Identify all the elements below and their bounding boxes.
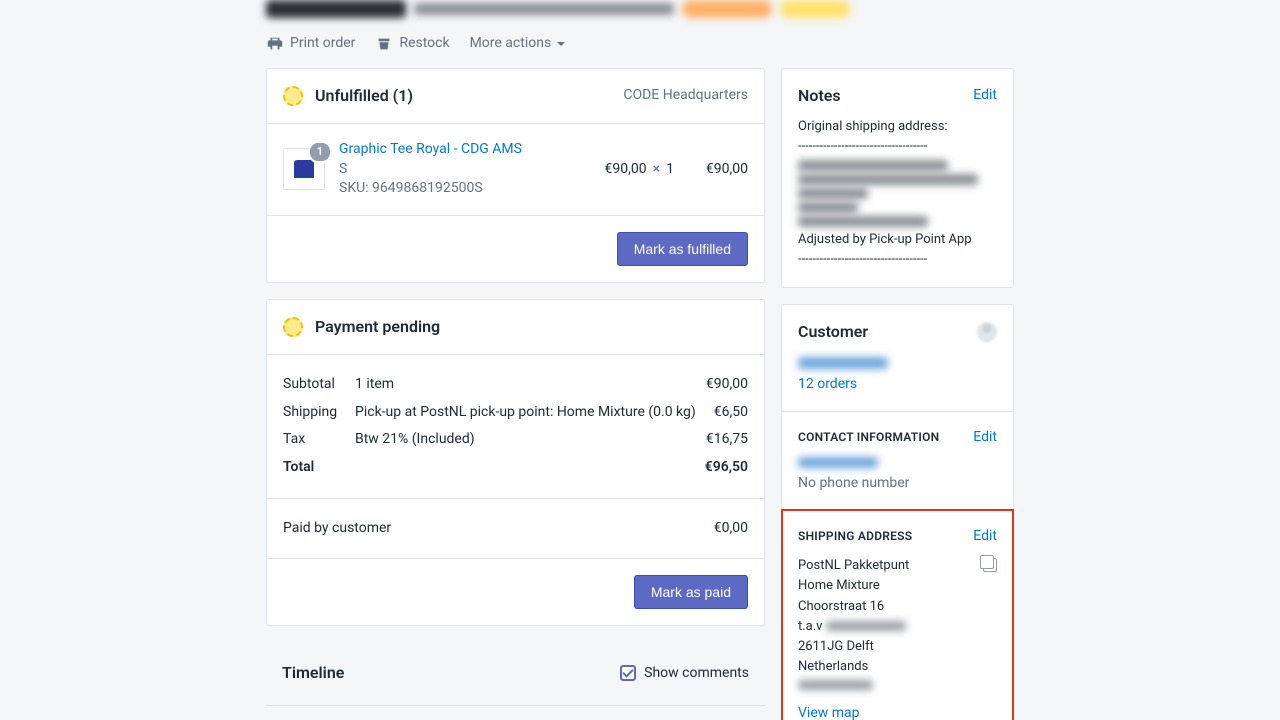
shirt-icon: [294, 160, 314, 178]
customer-orders-link[interactable]: 12 orders: [798, 376, 857, 392]
show-comments-toggle[interactable]: Show comments: [620, 664, 749, 684]
notes-sep: ------------------------------------: [798, 250, 997, 270]
payment-card: Payment pending Subtotal 1 item €90,00 S…: [266, 299, 765, 626]
product-variant: S: [339, 161, 347, 177]
ship-line: 2611JG Delft: [798, 637, 973, 657]
contact-info-label: CONTACT INFORMATION: [798, 429, 939, 446]
checkbox-checked-icon: [620, 665, 636, 681]
redacted-text: [798, 680, 873, 690]
notes-line: Adjusted by Pick-up Point App: [798, 230, 997, 250]
payment-pending-status-icon: [283, 317, 303, 337]
view-map-link[interactable]: View map: [798, 705, 860, 720]
ship-line: Choorstraat 16: [798, 597, 973, 617]
more-actions-label: More actions: [470, 34, 552, 54]
customer-title: Customer: [798, 321, 868, 343]
notes-card: Notes Edit Original shipping address: --…: [781, 68, 1014, 288]
customer-avatar-icon: [977, 322, 997, 342]
customer-card: Customer 12 orders CONTACT INFORMATION E…: [781, 304, 1014, 720]
printer-icon: [266, 35, 284, 53]
product-sku: SKU: 9649868192500S: [339, 180, 483, 196]
redacted-text: [798, 160, 948, 171]
restock-label: Restock: [399, 34, 449, 54]
shipping-address-section: SHIPPING ADDRESS Edit PostNL Pakketpunt …: [782, 510, 1013, 720]
paid-label: Paid by customer: [283, 519, 391, 539]
subtotal-desc: 1 item: [355, 375, 694, 395]
unit-price: €90,00: [605, 160, 647, 180]
restock-button[interactable]: Restock: [375, 34, 449, 54]
order-header-blurred: [266, 0, 1014, 18]
no-phone-text: No phone number: [798, 474, 997, 494]
shipping-label: Shipping: [283, 403, 343, 423]
tax-desc: Btw 21% (Included): [355, 430, 694, 450]
qty-badge: 1: [308, 141, 332, 162]
shipping-value: €6,50: [714, 403, 748, 423]
redacted-text: [798, 216, 928, 227]
product-name-link[interactable]: Graphic Tee Royal - CDG AMS: [339, 141, 522, 157]
timeline-title: Timeline: [282, 662, 344, 684]
ship-line: t.a.v: [798, 619, 822, 634]
redacted-text: [826, 621, 906, 631]
line-qty: 1: [666, 160, 674, 180]
notes-sep: ------------------------------------: [798, 137, 997, 157]
print-order-label: Print order: [290, 34, 355, 54]
ship-line: Netherlands: [798, 657, 973, 677]
tax-label: Tax: [283, 430, 343, 450]
timeline-section: Timeline Show comments <code/>: [266, 642, 765, 720]
product-thumbnail[interactable]: 1: [283, 148, 325, 190]
restock-icon: [375, 35, 393, 53]
fulfillment-location: CODE Headquarters: [623, 86, 748, 106]
total-label: Total: [283, 458, 314, 478]
subtotal-value: €90,00: [706, 375, 748, 395]
shipping-desc: Pick-up at PostNL pick-up point: Home Mi…: [355, 403, 702, 423]
chevron-down-icon: [557, 42, 565, 50]
total-value: €96,50: [705, 458, 748, 478]
tax-value: €16,75: [706, 430, 748, 450]
unfulfilled-card: Unfulfilled (1) CODE Headquarters 1 Grap…: [266, 68, 765, 283]
notes-title: Notes: [798, 85, 841, 107]
unfulfilled-status-icon: [283, 86, 303, 106]
customer-name-redacted[interactable]: [798, 357, 888, 369]
shipping-edit-link[interactable]: Edit: [973, 527, 997, 547]
mark-as-fulfilled-button[interactable]: Mark as fulfilled: [617, 232, 748, 266]
subtotal-label: Subtotal: [283, 375, 343, 395]
more-actions-button[interactable]: More actions: [470, 34, 566, 54]
unfulfilled-title: Unfulfilled (1): [315, 85, 413, 107]
redacted-text: [798, 202, 858, 213]
payment-title: Payment pending: [315, 316, 440, 338]
ship-line: PostNL Pakketpunt: [798, 556, 973, 576]
notes-edit-link[interactable]: Edit: [973, 86, 997, 106]
contact-edit-link[interactable]: Edit: [973, 428, 997, 448]
redacted-text: [798, 174, 978, 185]
print-order-button[interactable]: Print order: [266, 34, 355, 54]
line-total: €90,00: [706, 161, 748, 177]
show-comments-label: Show comments: [644, 664, 749, 684]
ship-line: Home Mixture: [798, 576, 973, 596]
multiply-sign: ×: [653, 160, 660, 180]
paid-value: €0,00: [714, 519, 748, 539]
copy-icon[interactable]: [983, 558, 997, 572]
customer-email-redacted[interactable]: [798, 457, 878, 468]
notes-line: Original shipping address:: [798, 117, 997, 137]
redacted-text: [798, 188, 868, 199]
mark-as-paid-button[interactable]: Mark as paid: [634, 575, 748, 609]
shipping-address-label: SHIPPING ADDRESS: [798, 528, 912, 545]
